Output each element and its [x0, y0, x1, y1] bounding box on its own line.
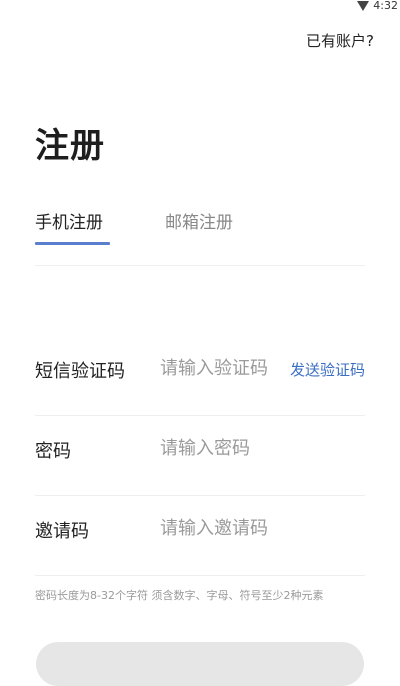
- tab-phone-register[interactable]: 手机注册: [35, 208, 103, 233]
- status-time: 4:32: [373, 0, 398, 12]
- page-title: 注册: [35, 126, 105, 166]
- register-button[interactable]: [36, 642, 364, 686]
- register-tabs: 手机注册 邮箱注册: [35, 205, 365, 266]
- active-tab-indicator: [35, 242, 110, 245]
- invite-code-label: 邀请码: [35, 521, 89, 542]
- invite-code-row: 邀请码: [35, 495, 365, 576]
- status-bar: 4:32: [357, 0, 400, 12]
- sms-code-input[interactable]: [160, 353, 280, 383]
- password-row: 密码: [35, 415, 365, 496]
- invite-code-input[interactable]: [160, 513, 360, 543]
- password-input[interactable]: [160, 433, 360, 463]
- sms-code-label: 短信验证码: [35, 361, 125, 382]
- wifi-icon: [357, 1, 370, 11]
- send-code-button[interactable]: 发送验证码: [290, 359, 365, 380]
- password-label: 密码: [35, 441, 71, 462]
- login-link[interactable]: 已有账户?: [306, 30, 374, 51]
- tab-email-register[interactable]: 邮箱注册: [165, 208, 233, 233]
- sms-code-row: 短信验证码 发送验证码: [35, 335, 365, 416]
- password-hint: 密码长度为8-32个字符 须含数字、字母、符号至少2种元素: [35, 589, 324, 602]
